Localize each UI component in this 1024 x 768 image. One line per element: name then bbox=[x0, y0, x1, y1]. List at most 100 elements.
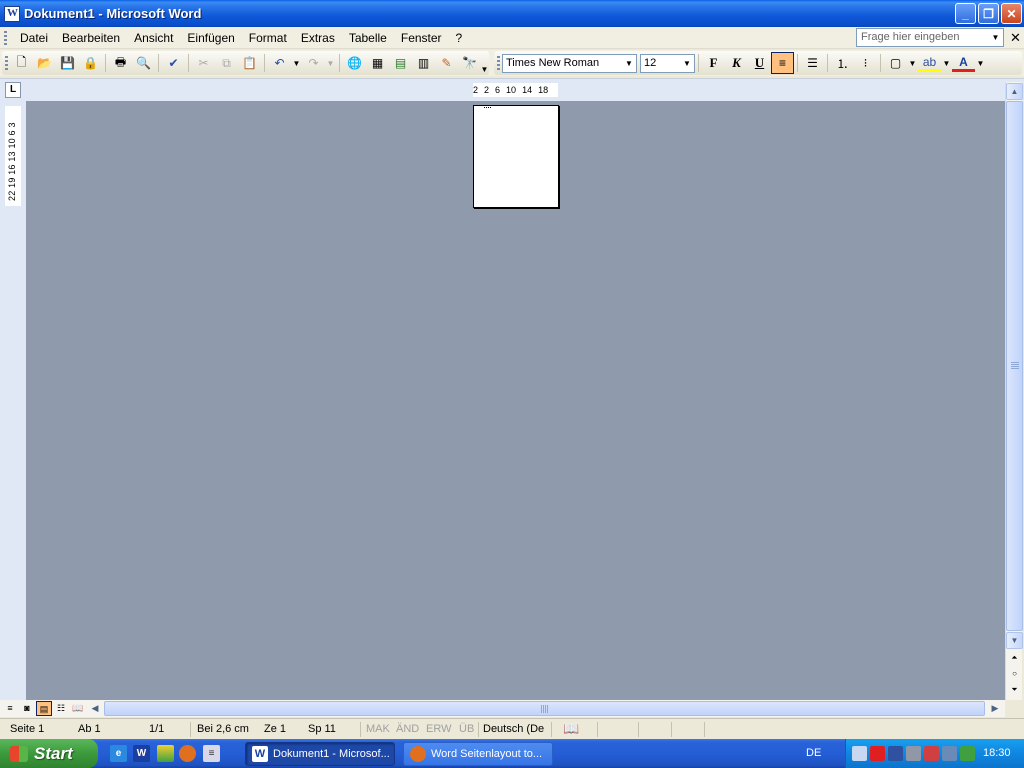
scroll-down-icon[interactable]: ▼ bbox=[1006, 632, 1023, 649]
menu-format[interactable]: Format bbox=[242, 31, 294, 45]
taskbar-item-word[interactable]: W Dokument1 - Microsof... bbox=[245, 742, 395, 766]
redo-icon[interactable]: ↷ bbox=[302, 52, 325, 74]
vertical-ruler[interactable]: 22 19 16 13 10 6 3 bbox=[5, 106, 21, 206]
bullet-list-icon[interactable]: ⁝ bbox=[854, 52, 877, 74]
network-icon[interactable] bbox=[852, 746, 867, 761]
minimize-button[interactable]: _ bbox=[955, 3, 976, 24]
italic-button[interactable]: K bbox=[725, 52, 748, 74]
spelling-status-icon[interactable]: 📖 bbox=[563, 721, 579, 737]
web-layout-icon[interactable]: ◙ bbox=[19, 701, 35, 716]
justify-icon[interactable]: ☰ bbox=[801, 52, 824, 74]
chevron-down-icon[interactable]: ▼ bbox=[623, 56, 635, 71]
print-icon[interactable]: 🖶 bbox=[109, 52, 132, 74]
normal-view-icon[interactable]: ≡ bbox=[2, 701, 18, 716]
underline-button[interactable]: U bbox=[748, 52, 771, 74]
highlight-dropdown-icon[interactable]: ▼ bbox=[941, 52, 952, 74]
bold-button[interactable]: F bbox=[702, 52, 725, 74]
status-track-changes[interactable]: ÄND bbox=[396, 723, 419, 735]
borders-icon[interactable]: ▢ bbox=[884, 52, 907, 74]
chevron-down-icon[interactable]: ▼ bbox=[681, 56, 693, 71]
toolbar-options-icon[interactable]: ▼ bbox=[479, 58, 490, 80]
align-left-icon[interactable]: ≡ bbox=[771, 52, 794, 74]
scroll-right-icon[interactable]: ▶ bbox=[987, 701, 1003, 716]
print-layout-icon[interactable]: ▤ bbox=[36, 701, 52, 716]
font-color-icon[interactable]: A bbox=[952, 54, 975, 72]
horizontal-scroll-thumb[interactable] bbox=[104, 701, 985, 716]
undo-dropdown-icon[interactable]: ▼ bbox=[291, 52, 302, 74]
status-macro-record[interactable]: MAK bbox=[366, 723, 390, 735]
previous-page-icon[interactable]: ⏶ bbox=[1006, 650, 1023, 667]
scroll-up-icon[interactable]: ▲ bbox=[1006, 83, 1023, 100]
volume-icon[interactable] bbox=[942, 746, 957, 761]
document-workspace[interactable] bbox=[26, 101, 1005, 700]
paste-icon[interactable]: 📋 bbox=[238, 52, 261, 74]
document-page[interactable] bbox=[473, 105, 559, 208]
antivirus-icon[interactable] bbox=[870, 746, 885, 761]
menu-help[interactable]: ? bbox=[449, 31, 470, 45]
vertical-scroll-thumb[interactable] bbox=[1006, 101, 1023, 631]
vertical-scrollbar[interactable]: ▲ ▼ ⏶ ○ ⏷ bbox=[1005, 82, 1023, 700]
hyperlink-icon[interactable]: 🌐 bbox=[343, 52, 366, 74]
tab-selector-icon[interactable]: L bbox=[5, 82, 21, 98]
cut-icon[interactable]: ✂ bbox=[192, 52, 215, 74]
word-quicklaunch-icon[interactable]: W bbox=[133, 745, 150, 762]
font-name-combobox[interactable]: Times New Roman ▼ bbox=[502, 53, 637, 73]
ie-quicklaunch-icon[interactable]: e bbox=[110, 745, 127, 762]
permission-icon[interactable]: 🔒 bbox=[79, 52, 102, 74]
status-overtype[interactable]: ÜB bbox=[459, 723, 474, 735]
next-page-icon[interactable]: ⏷ bbox=[1006, 682, 1023, 699]
print-preview-icon[interactable]: 🔍 bbox=[132, 52, 155, 74]
menu-grip[interactable] bbox=[4, 30, 7, 45]
show-desktop-icon[interactable] bbox=[157, 745, 174, 762]
copy-icon[interactable]: ⧉ bbox=[215, 52, 238, 74]
settings-icon[interactable] bbox=[906, 746, 921, 761]
start-button[interactable]: Start bbox=[0, 739, 98, 768]
chevron-down-icon[interactable]: ▼ bbox=[989, 30, 1002, 45]
borders-dropdown-icon[interactable]: ▼ bbox=[907, 52, 918, 74]
scroll-left-icon[interactable]: ◀ bbox=[87, 701, 103, 716]
spellcheck-icon[interactable]: ✔ bbox=[162, 52, 185, 74]
menu-ansicht[interactable]: Ansicht bbox=[127, 31, 180, 45]
tables-borders-icon[interactable]: ▦ bbox=[366, 52, 389, 74]
undo-icon[interactable]: ↶ bbox=[268, 52, 291, 74]
close-button[interactable]: ✕ bbox=[1001, 3, 1022, 24]
insert-table-icon[interactable]: ▤ bbox=[389, 52, 412, 74]
word-app-icon[interactable] bbox=[4, 5, 20, 22]
toolbar-grip[interactable] bbox=[5, 56, 8, 70]
notepad-quicklaunch-icon[interactable]: ≡ bbox=[203, 745, 220, 762]
horizontal-ruler[interactable]: 2 2 6 10 14 18 bbox=[473, 83, 558, 97]
restore-button[interactable]: ❐ bbox=[978, 3, 999, 24]
font-size-combobox[interactable]: 12 ▼ bbox=[640, 53, 695, 73]
document-close-icon[interactable]: ✕ bbox=[1010, 30, 1021, 46]
save-icon[interactable]: 💾 bbox=[56, 52, 79, 74]
ask-question-input[interactable]: Frage hier eingeben ▼ bbox=[856, 28, 1004, 47]
security-icon[interactable] bbox=[924, 746, 939, 761]
menu-bearbeiten[interactable]: Bearbeiten bbox=[55, 31, 127, 45]
highlight-icon[interactable]: ab bbox=[918, 54, 941, 72]
status-language[interactable]: Deutsch (De bbox=[483, 723, 544, 735]
status-extend[interactable]: ERW bbox=[426, 723, 451, 735]
open-folder-icon[interactable]: 📂 bbox=[33, 52, 56, 74]
menu-tabelle[interactable]: Tabelle bbox=[342, 31, 394, 45]
input-language-indicator[interactable]: DE bbox=[806, 747, 821, 759]
separator bbox=[704, 722, 705, 737]
redo-dropdown-icon[interactable]: ▼ bbox=[325, 52, 336, 74]
taskbar-item-firefox[interactable]: Word Seitenlayout to... bbox=[403, 742, 553, 766]
font-color-dropdown-icon[interactable]: ▼ bbox=[975, 52, 986, 74]
columns-icon[interactable]: ▥ bbox=[412, 52, 435, 74]
menu-einfuegen[interactable]: Einfügen bbox=[180, 31, 241, 45]
menu-extras[interactable]: Extras bbox=[294, 31, 342, 45]
new-document-icon[interactable]: 🗋 bbox=[10, 52, 33, 74]
update-icon[interactable] bbox=[960, 746, 975, 761]
numbered-list-icon[interactable]: ⒈ bbox=[831, 52, 854, 74]
outline-view-icon[interactable]: ☷ bbox=[53, 701, 69, 716]
document-map-icon[interactable]: 🔭 bbox=[458, 52, 481, 74]
drawing-icon[interactable]: ✎ bbox=[435, 52, 458, 74]
display-icon[interactable] bbox=[888, 746, 903, 761]
toolbar-grip[interactable] bbox=[497, 56, 500, 70]
firefox-quicklaunch-icon[interactable] bbox=[179, 745, 196, 762]
menu-datei[interactable]: Datei bbox=[13, 31, 55, 45]
menu-fenster[interactable]: Fenster bbox=[394, 31, 449, 45]
reading-layout-icon[interactable]: 📖 bbox=[70, 701, 86, 716]
browse-object-icon[interactable]: ○ bbox=[1006, 666, 1023, 683]
